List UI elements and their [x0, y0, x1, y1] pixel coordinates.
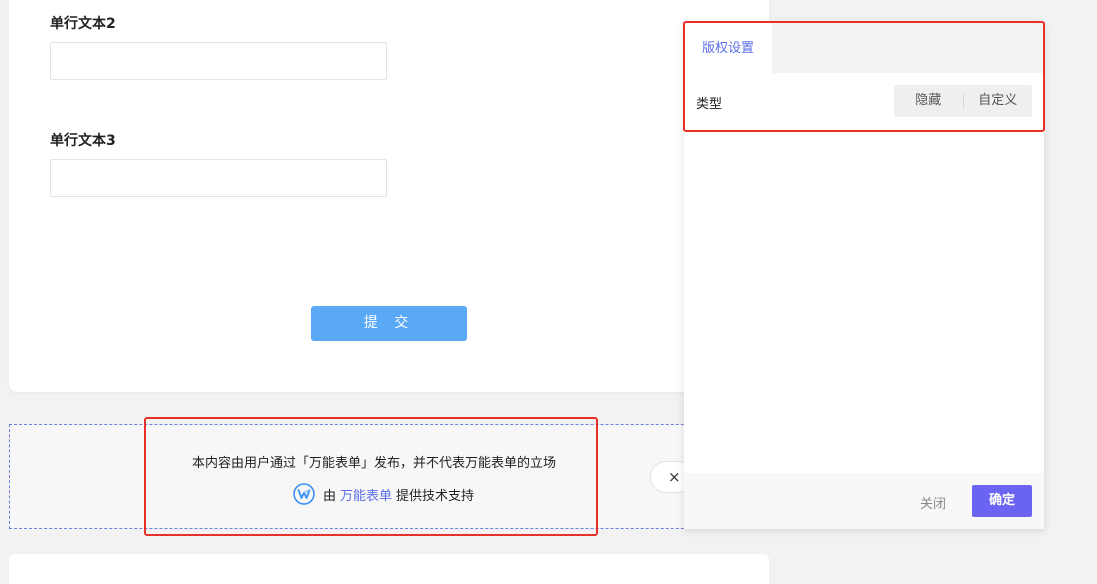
- confirm-button[interactable]: 确定: [972, 485, 1032, 517]
- text2-input[interactable]: [50, 42, 387, 80]
- field-label-text3: 单行文本3: [50, 133, 116, 149]
- next-card: [9, 554, 769, 584]
- close-button[interactable]: 关闭: [920, 493, 946, 512]
- form-card: 单行文本2 单行文本3 提 交: [9, 0, 769, 392]
- submit-button[interactable]: 提 交: [311, 306, 467, 341]
- text3-input[interactable]: [50, 159, 387, 197]
- annotation-box-copyright: [144, 417, 598, 536]
- field-label-text2: 单行文本2: [50, 16, 116, 32]
- annotation-box-panel-header: [683, 21, 1045, 132]
- panel-footer: 关闭 确定: [684, 473, 1044, 529]
